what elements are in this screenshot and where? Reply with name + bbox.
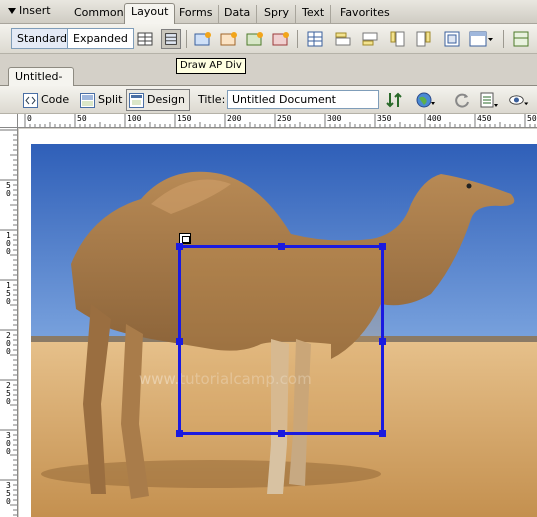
ruler-label: 150	[6, 281, 11, 306]
ruler-label: 0	[27, 114, 32, 123]
document-tab-bar: Untitled-1*	[0, 60, 537, 100]
ruler-label: 300	[327, 114, 342, 123]
toolbar-separator	[503, 30, 504, 48]
split-view-icon	[80, 92, 95, 108]
tab-favorites[interactable]: Favorites	[334, 5, 396, 23]
ruler-label: 250	[277, 114, 292, 123]
split-view-button[interactable]: Split	[77, 89, 127, 111]
resize-handle-bottom[interactable]	[278, 430, 285, 437]
tab-spry[interactable]: Spry	[258, 5, 296, 23]
ruler-label: 350	[377, 114, 392, 123]
layout-view-icon[interactable]	[511, 29, 531, 49]
insert-column-right-icon[interactable]	[414, 29, 434, 49]
insert-row-below-icon[interactable]	[360, 29, 380, 49]
resize-handle-left[interactable]	[176, 338, 183, 345]
horizontal-ruler: 0 50 100 150 200 250 300 350 400 450 500	[18, 114, 537, 128]
design-view-label: Design	[147, 93, 185, 106]
spry-tabbed-panels-icon[interactable]	[219, 29, 239, 49]
insert-bar: Insert Common Layout Forms Data Spry Tex…	[0, 0, 537, 24]
preview-in-browser-icon[interactable]	[414, 90, 436, 110]
toolbar-separator	[297, 30, 298, 48]
tab-forms[interactable]: Forms	[173, 5, 220, 23]
ruler-label: 400	[427, 114, 442, 123]
frames-dropdown-icon[interactable]	[468, 29, 494, 49]
document-toolbar: Code Split Design Title: Untitled Docume…	[0, 86, 537, 114]
tab-common[interactable]: Common	[68, 5, 131, 23]
ruler-label: 50	[77, 114, 87, 123]
code-view-button[interactable]: Code	[20, 89, 74, 111]
ruler-label: 100	[127, 114, 142, 123]
code-view-label: Code	[41, 93, 70, 106]
ruler-label: 500	[527, 114, 537, 123]
document-title-input[interactable]: Untitled Document	[227, 90, 379, 109]
expanded-mode-button[interactable]: Expanded	[67, 28, 134, 49]
resize-handle-right[interactable]	[379, 338, 386, 345]
title-label: Title:	[198, 93, 226, 106]
visual-aids-icon[interactable]	[508, 90, 530, 110]
ruler-label: 100	[6, 231, 11, 256]
ruler-label: 450	[477, 114, 492, 123]
ruler-label: 200	[6, 331, 11, 356]
standard-mode-button[interactable]: Standard	[11, 28, 74, 49]
table-insert-icon[interactable]	[305, 29, 325, 49]
resize-handle-bottom-right[interactable]	[379, 430, 386, 437]
spry-menu-bar-icon[interactable]	[193, 29, 213, 49]
toolbar-separator	[186, 30, 187, 48]
split-view-label: Split	[98, 93, 123, 106]
refresh-icon[interactable]	[452, 90, 474, 110]
layout-toolbar: Standard Expanded	[0, 24, 537, 54]
vertical-ruler: 50 100 150 200 250 300 350	[0, 128, 18, 517]
draw-ap-div-icon[interactable]	[161, 29, 181, 49]
ruler-label: 300	[6, 431, 11, 456]
spry-accordion-icon[interactable]	[245, 29, 265, 49]
document-tab[interactable]: Untitled-1*	[8, 67, 74, 100]
insert-row-above-icon[interactable]	[333, 29, 353, 49]
ruler-label: 50	[6, 181, 11, 198]
ruler-label: 200	[227, 114, 242, 123]
insert-column-left-icon[interactable]	[387, 29, 407, 49]
tab-layout[interactable]: Layout	[124, 3, 176, 24]
design-view-button[interactable]: Design	[126, 89, 190, 111]
insert-label: Insert	[19, 4, 51, 17]
insert-panel-toggle[interactable]: Insert	[8, 4, 51, 17]
tooltip: Draw AP Div	[176, 58, 246, 74]
resize-handle-top-right[interactable]	[379, 243, 386, 250]
ruler-origin[interactable]	[0, 114, 18, 128]
ruler-label: 250	[6, 381, 11, 406]
resize-handle-bottom-left[interactable]	[176, 430, 183, 437]
ap-div-selection[interactable]	[176, 243, 386, 437]
collapse-arrow-icon	[8, 8, 16, 14]
file-management-icon[interactable]	[384, 90, 406, 110]
iframe-icon[interactable]	[442, 29, 462, 49]
ruler-label: 350	[6, 481, 11, 506]
view-options-icon[interactable]	[478, 90, 500, 110]
design-view-icon	[129, 92, 144, 108]
code-view-icon	[23, 92, 38, 108]
spry-collapsible-panel-icon[interactable]	[271, 29, 291, 49]
ruler-label: 150	[177, 114, 192, 123]
resize-handle-top-left[interactable]	[176, 243, 183, 250]
table-icon[interactable]	[135, 29, 155, 49]
resize-handle-top[interactable]	[278, 243, 285, 250]
tab-text[interactable]: Text	[296, 5, 332, 23]
tab-data[interactable]: Data	[218, 5, 258, 23]
